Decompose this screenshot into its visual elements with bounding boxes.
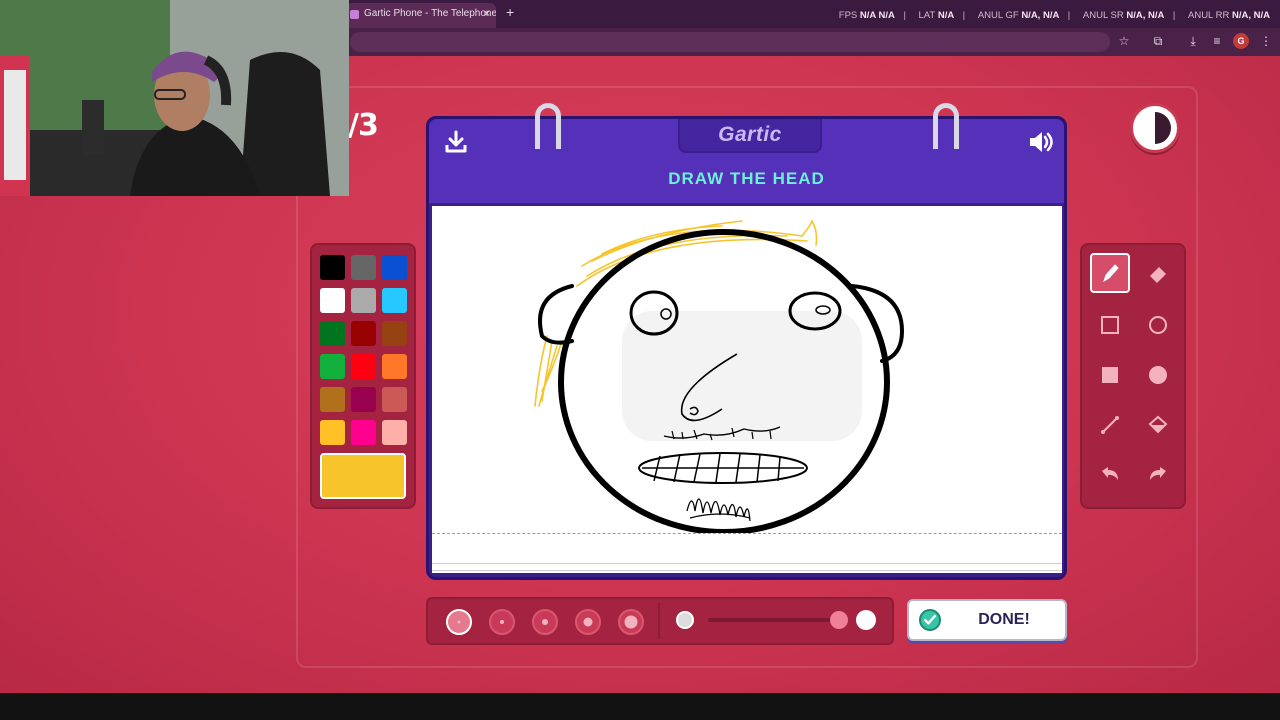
checkmark-icon: [919, 609, 941, 631]
rectangle-fill-tool[interactable]: [1090, 355, 1130, 395]
color-swatch[interactable]: [351, 288, 376, 313]
done-button[interactable]: DONE!: [907, 599, 1067, 641]
bookmark-star-icon[interactable]: ☆: [1116, 33, 1132, 49]
download-drawing-button[interactable]: [441, 127, 471, 157]
tab-close-icon[interactable]: ×: [484, 3, 490, 25]
current-color-preview: [320, 453, 406, 499]
stat-label: LAT: [918, 10, 936, 21]
color-swatch[interactable]: [320, 255, 345, 280]
stat-value: N/A, N/A: [1126, 10, 1165, 21]
pencil-tool[interactable]: [1090, 253, 1130, 293]
pencil-icon: [1103, 264, 1119, 283]
square-filled-icon: [1102, 367, 1118, 383]
color-swatch[interactable]: [382, 288, 407, 313]
color-swatch[interactable]: [320, 387, 345, 412]
stat-label: FPS: [838, 10, 858, 21]
redo-tool[interactable]: [1138, 455, 1178, 495]
sound-toggle-button[interactable]: [1025, 127, 1055, 157]
download-icon[interactable]: ⤓: [1185, 33, 1201, 49]
stat-label: ANUL SR: [1082, 10, 1124, 21]
opacity-max-icon: [856, 610, 876, 630]
streamer-webcam-image: [0, 0, 349, 196]
address-bar[interactable]: [350, 32, 1110, 52]
rectangle-outline-tool[interactable]: [1090, 305, 1130, 345]
square-outline-icon: [1101, 316, 1119, 334]
webcam-overlay: [0, 0, 349, 196]
color-swatch[interactable]: [351, 321, 376, 346]
eraser-icon: [1150, 267, 1166, 283]
stat-value: N/A, N/A: [1232, 10, 1270, 21]
redo-arrow-icon: [1150, 467, 1166, 480]
undo-tool[interactable]: [1090, 455, 1130, 495]
circle-outline-icon: [1149, 316, 1167, 334]
head-drawing: [534, 219, 905, 535]
logo-tab: Gartic: [678, 119, 822, 153]
prompt-title: DRAW THE HEAD: [668, 169, 825, 188]
color-swatch[interactable]: [351, 387, 376, 412]
color-swatch[interactable]: [382, 354, 407, 379]
brush-settings-panel: [426, 597, 894, 645]
download-icon: [445, 130, 467, 153]
fill-bucket-tool[interactable]: [1138, 405, 1178, 445]
color-swatch[interactable]: [382, 321, 407, 346]
sketchbook-header: Gartic DRAW THE HEAD: [429, 103, 1064, 203]
color-swatch[interactable]: [382, 255, 407, 280]
opacity-slider-thumb[interactable]: [830, 611, 848, 629]
speaker-icon: [1030, 132, 1053, 152]
performance-stats: FPS N/A N/A | LAT N/A | ANUL GF N/A, N/A…: [838, 10, 1270, 21]
color-swatch[interactable]: [320, 321, 345, 346]
opacity-slider[interactable]: [708, 618, 840, 622]
color-swatch[interactable]: [382, 387, 407, 412]
round-counter: /3: [348, 108, 379, 143]
stat-value: N/A, N/A: [1021, 10, 1059, 21]
new-tab-button[interactable]: +: [506, 4, 514, 20]
color-swatch[interactable]: [351, 420, 376, 445]
profile-avatar[interactable]: G: [1233, 33, 1249, 49]
stat-label: ANUL RR: [1188, 10, 1230, 21]
menu-kebab-icon[interactable]: ⋮: [1258, 33, 1274, 49]
line-tool[interactable]: [1090, 405, 1130, 445]
paint-bucket-icon: [1148, 415, 1168, 434]
undo-arrow-icon: [1102, 467, 1118, 480]
tab-title: Gartic Phone - The Telephone G: [364, 8, 496, 19]
color-swatch[interactable]: [320, 420, 345, 445]
paper-footer: [432, 533, 1062, 573]
watermark-logo: [622, 311, 862, 441]
color-swatch[interactable]: [351, 354, 376, 379]
timer-clock-icon: [1130, 103, 1180, 153]
opacity-min-icon: [676, 611, 694, 629]
color-swatch[interactable]: [320, 288, 345, 313]
binder-ring-icon: [535, 103, 561, 149]
browser-tab[interactable]: Gartic Phone - The Telephone G ×: [344, 3, 496, 28]
ellipse-outline-tool[interactable]: [1138, 305, 1178, 345]
gartic-favicon-icon: [350, 10, 359, 19]
stat-label: ANUL GF: [977, 10, 1019, 21]
panel-divider: [658, 603, 660, 639]
binder-ring-icon: [933, 103, 959, 149]
timer-progress: [1139, 112, 1171, 144]
brush-size-4[interactable]: [575, 609, 601, 635]
extensions-icon[interactable]: ⧉: [1150, 33, 1166, 49]
tool-panel: [1080, 243, 1186, 509]
gartic-logo: Gartic: [718, 123, 782, 146]
media-icon[interactable]: ≡: [1209, 33, 1225, 49]
color-swatch[interactable]: [351, 255, 376, 280]
stat-value: N/A N/A: [859, 10, 895, 21]
line-icon: [1101, 416, 1119, 434]
eraser-tool[interactable]: [1138, 253, 1178, 293]
brush-size-5[interactable]: [618, 609, 644, 635]
brush-size-3[interactable]: [532, 609, 558, 635]
done-label: DONE!: [978, 611, 1030, 628]
stat-value: N/A: [937, 10, 954, 21]
ellipse-fill-tool[interactable]: [1138, 355, 1178, 395]
circle-filled-icon: [1149, 366, 1167, 384]
color-swatch[interactable]: [320, 354, 345, 379]
color-palette: [310, 243, 416, 509]
color-swatch[interactable]: [382, 420, 407, 445]
sketchbook: Gartic DRAW THE HEAD: [426, 103, 1067, 580]
drawing-canvas[interactable]: [432, 206, 1062, 535]
brush-size-1[interactable]: [446, 609, 472, 635]
brush-size-2[interactable]: [489, 609, 515, 635]
